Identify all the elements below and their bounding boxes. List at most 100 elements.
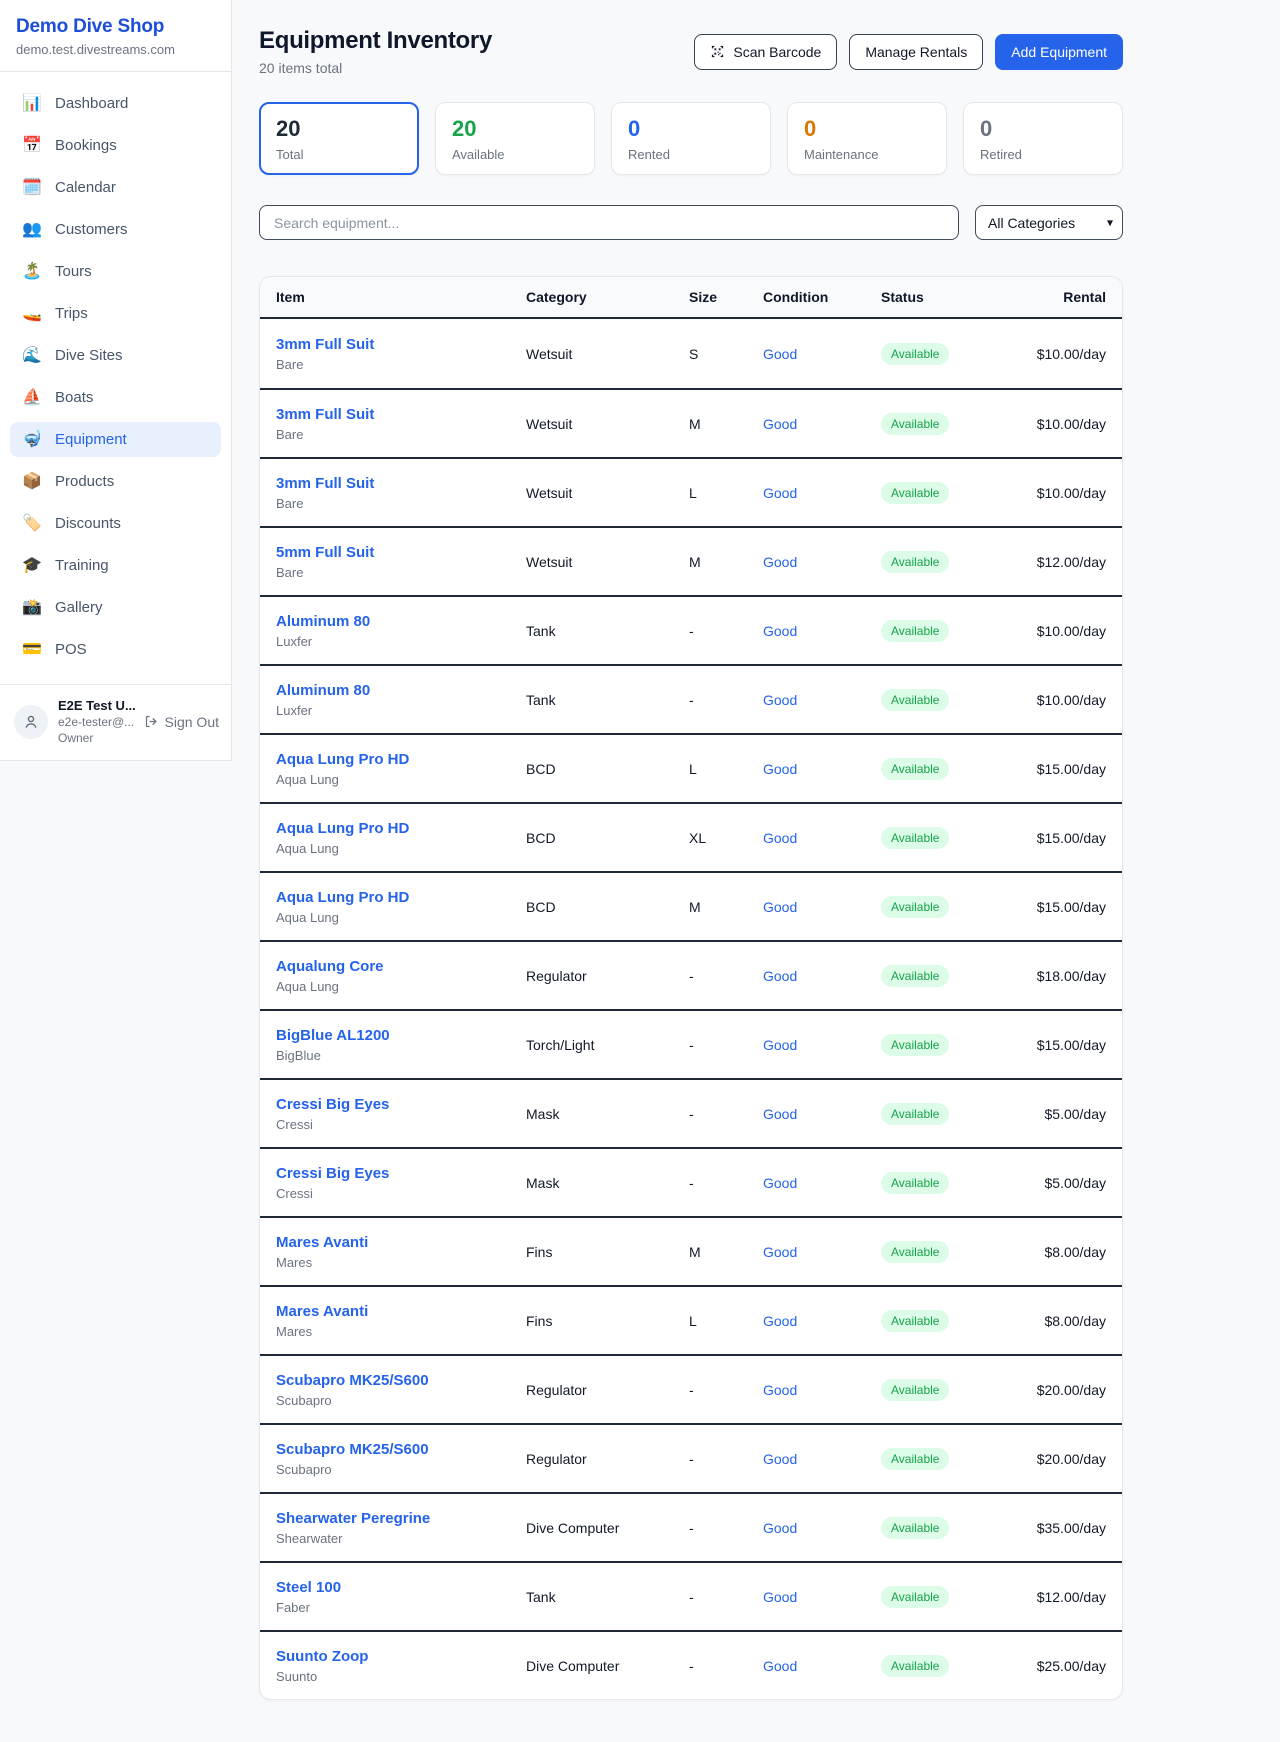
item-condition-link[interactable]: Good — [763, 692, 881, 708]
status-badge: Available — [881, 551, 949, 573]
item-size: XL — [689, 830, 763, 846]
nav-icon: 📊 — [22, 96, 42, 112]
item-rental-rate: $15.00/day — [1021, 1037, 1106, 1053]
item-name-link[interactable]: BigBlue AL1200 — [276, 1027, 526, 1044]
item-condition-link[interactable]: Good — [763, 899, 881, 915]
item-name-link[interactable]: 3mm Full Suit — [276, 406, 526, 423]
sidebar-item-discounts[interactable]: 🏷️ Discounts — [10, 506, 221, 541]
manage-rentals-button[interactable]: Manage Rentals — [849, 34, 983, 70]
item-size: - — [689, 1037, 763, 1053]
item-condition-link[interactable]: Good — [763, 1106, 881, 1122]
scan-barcode-button[interactable]: Scan Barcode — [694, 34, 837, 70]
page-title-block: Equipment Inventory 20 items total — [259, 27, 492, 76]
nav-icon: 🤿 — [22, 432, 42, 448]
stat-card[interactable]: 0 Retired — [963, 102, 1123, 175]
item-category: Wetsuit — [526, 554, 689, 570]
item-name-link[interactable]: Mares Avanti — [276, 1234, 526, 1251]
item-name-link[interactable]: Steel 100 — [276, 1579, 526, 1596]
stat-card[interactable]: 0 Maintenance — [787, 102, 947, 175]
item-name-link[interactable]: Aqualung Core — [276, 958, 526, 975]
shop-name[interactable]: Demo Dive Shop — [16, 16, 215, 38]
sidebar-item-equipment[interactable]: 🤿 Equipment — [10, 422, 221, 457]
category-filter-select[interactable]: All Categories — [975, 205, 1123, 240]
item-condition-link[interactable]: Good — [763, 554, 881, 570]
status-badge: Available — [881, 965, 949, 987]
item-name-link[interactable]: Cressi Big Eyes — [276, 1165, 526, 1182]
sidebar-item-calendar[interactable]: 🗓️ Calendar — [10, 170, 221, 205]
item-name-link[interactable]: Cressi Big Eyes — [276, 1096, 526, 1113]
status-badge: Available — [881, 413, 949, 435]
sidebar-item-products[interactable]: 📦 Products — [10, 464, 221, 499]
sidebar-item-tours[interactable]: 🏝️ Tours — [10, 254, 221, 289]
stat-label: Available — [452, 147, 578, 162]
item-category: Regulator — [526, 968, 689, 984]
table-row: Mares Avanti Mares Fins M Good Available… — [260, 1216, 1122, 1285]
sidebar-item-boats[interactable]: ⛵ Boats — [10, 380, 221, 415]
item-condition-link[interactable]: Good — [763, 1520, 881, 1536]
item-condition-link[interactable]: Good — [763, 416, 881, 432]
brand-header[interactable]: Demo Dive Shop demo.test.divestreams.com — [0, 0, 231, 72]
item-condition-link[interactable]: Good — [763, 346, 881, 362]
item-condition-link[interactable]: Good — [763, 1175, 881, 1191]
item-name-link[interactable]: Aqua Lung Pro HD — [276, 889, 526, 906]
item-name-link[interactable]: 3mm Full Suit — [276, 336, 526, 353]
item-condition-link[interactable]: Good — [763, 1451, 881, 1467]
item-condition-link[interactable]: Good — [763, 1037, 881, 1053]
sidebar-item-customers[interactable]: 👥 Customers — [10, 212, 221, 247]
item-size: L — [689, 761, 763, 777]
item-name-link[interactable]: Shearwater Peregrine — [276, 1510, 526, 1527]
item-category: Torch/Light — [526, 1037, 689, 1053]
item-name-link[interactable]: Aqua Lung Pro HD — [276, 820, 526, 837]
table-header-row: Item Category Size Condition Status Rent… — [260, 277, 1122, 319]
person-icon — [22, 713, 40, 731]
item-condition-link[interactable]: Good — [763, 623, 881, 639]
item-condition-link[interactable]: Good — [763, 1313, 881, 1329]
sidebar-item-label: POS — [55, 641, 87, 658]
stat-card[interactable]: 20 Available — [435, 102, 595, 175]
stat-label: Retired — [980, 147, 1106, 162]
table-row: Aqua Lung Pro HD Aqua Lung BCD L Good Av… — [260, 733, 1122, 802]
sidebar-item-training[interactable]: 🎓 Training — [10, 548, 221, 583]
nav-icon: 🏝️ — [22, 264, 42, 280]
item-name-link[interactable]: Aluminum 80 — [276, 682, 526, 699]
item-name-link[interactable]: 3mm Full Suit — [276, 475, 526, 492]
sidebar-item-pos[interactable]: 💳 POS — [10, 632, 221, 667]
item-condition-link[interactable]: Good — [763, 761, 881, 777]
item-condition-link[interactable]: Good — [763, 1589, 881, 1605]
item-category: Tank — [526, 623, 689, 639]
item-name-link[interactable]: Aqua Lung Pro HD — [276, 751, 526, 768]
item-brand: Shearwater — [276, 1531, 526, 1546]
item-condition-link[interactable]: Good — [763, 968, 881, 984]
sidebar-item-dashboard[interactable]: 📊 Dashboard — [10, 86, 221, 121]
status-badge: Available — [881, 1448, 949, 1470]
item-name-link[interactable]: Mares Avanti — [276, 1303, 526, 1320]
item-condition-link[interactable]: Good — [763, 830, 881, 846]
stat-card[interactable]: 0 Rented — [611, 102, 771, 175]
stat-card[interactable]: 20 Total — [259, 102, 419, 175]
item-condition-link[interactable]: Good — [763, 1658, 881, 1674]
status-badge: Available — [881, 827, 949, 849]
sidebar-item-trips[interactable]: 🚤 Trips — [10, 296, 221, 331]
item-name-link[interactable]: 5mm Full Suit — [276, 544, 526, 561]
item-size: - — [689, 692, 763, 708]
page-title: Equipment Inventory — [259, 27, 492, 55]
sidebar-item-bookings[interactable]: 📅 Bookings — [10, 128, 221, 163]
item-category: Tank — [526, 1589, 689, 1605]
equipment-table: Item Category Size Condition Status Rent… — [259, 276, 1123, 1700]
item-name-link[interactable]: Aluminum 80 — [276, 613, 526, 630]
sidebar-item-gallery[interactable]: 📸 Gallery — [10, 590, 221, 625]
item-name-link[interactable]: Scubapro MK25/S600 — [276, 1441, 526, 1458]
sign-out-button[interactable]: Sign Out — [144, 714, 219, 730]
sidebar-item-dive-sites[interactable]: 🌊 Dive Sites — [10, 338, 221, 373]
item-condition-link[interactable]: Good — [763, 1244, 881, 1260]
search-input[interactable] — [259, 205, 959, 240]
item-category: BCD — [526, 899, 689, 915]
item-name-link[interactable]: Suunto Zoop — [276, 1648, 526, 1665]
table-row: Scubapro MK25/S600 Scubapro Regulator - … — [260, 1354, 1122, 1423]
add-equipment-button[interactable]: Add Equipment — [995, 34, 1123, 70]
item-condition-link[interactable]: Good — [763, 1382, 881, 1398]
item-name-link[interactable]: Scubapro MK25/S600 — [276, 1372, 526, 1389]
shop-domain: demo.test.divestreams.com — [16, 42, 215, 57]
item-condition-link[interactable]: Good — [763, 485, 881, 501]
item-size: L — [689, 485, 763, 501]
